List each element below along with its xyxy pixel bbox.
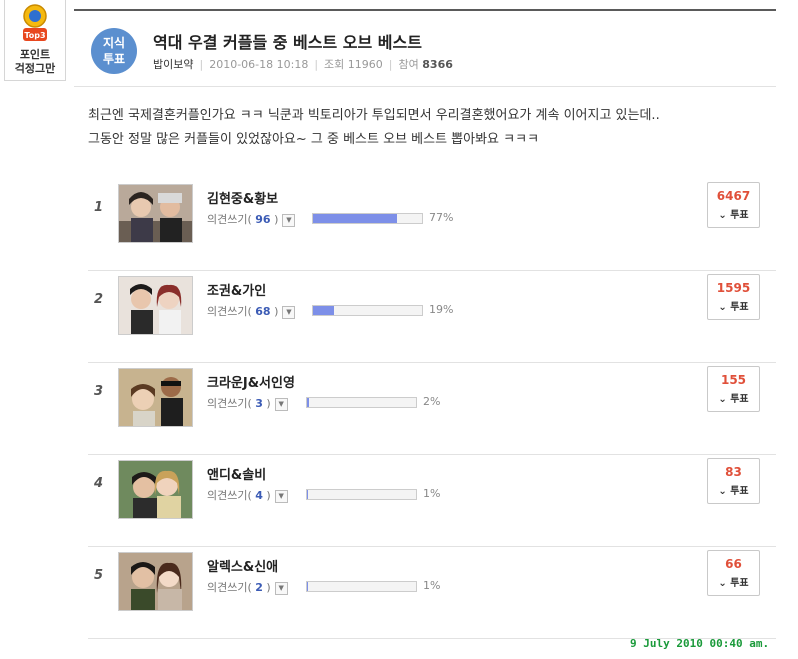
option-name: 김현중&황보 — [207, 192, 279, 207]
chevron-down-icon: ⌄ — [718, 394, 727, 405]
comment-label: 의견쓰기 — [207, 397, 248, 410]
option-name: 앤디&솔비 — [207, 468, 267, 483]
vote-percent: 1% — [423, 487, 441, 500]
option-name: 알렉스&신애 — [207, 560, 279, 575]
comment-link[interactable]: 의견쓰기( 4 ) ▼ — [207, 487, 288, 503]
chevron-down-icon[interactable]: ▼ — [274, 581, 288, 595]
option-photo[interactable] — [118, 276, 193, 335]
poll-description: 최근엔 국제결혼커플인가요 ㅋㅋ 닉쿤과 빅토리아가 투입되면서 우리결혼했어요… — [88, 104, 660, 152]
comment-label: 의견쓰기 — [207, 213, 248, 226]
vote-percent: 2% — [423, 395, 441, 408]
top-divider — [74, 9, 776, 11]
chevron-down-icon[interactable]: ▼ — [274, 489, 288, 503]
option-rank: 5 — [94, 568, 104, 583]
comment-link[interactable]: 의견쓰기( 3 ) ▼ — [207, 395, 288, 411]
vote-count: 83 — [725, 465, 742, 479]
poll-title: 역대 우결 커플들 중 베스트 오브 베스트 — [153, 33, 422, 52]
comment-label: 의견쓰기 — [207, 305, 248, 318]
participants-label: 참여 — [398, 58, 419, 71]
poll-datetime: 2010-06-18 10:18 — [209, 58, 309, 71]
vote-share-bar — [306, 397, 417, 408]
vote-label: 투표 — [730, 486, 749, 497]
views-count: 11960 — [347, 58, 383, 71]
capture-timestamp: 9 July 2010 00:40 am. — [630, 637, 770, 650]
comment-label: 의견쓰기 — [207, 581, 248, 594]
option-rank: 1 — [94, 200, 104, 215]
vote-button[interactable]: 1595 ⌄ 투표 — [707, 274, 760, 320]
vote-label: 투표 — [730, 394, 749, 405]
poll-meta: 밥이보약 | 2010-06-18 10:18 | 조회 11960 | 참여 8366 — [153, 58, 453, 71]
vote-percent: 19% — [429, 303, 454, 316]
poll-icon-line2: 투표 — [102, 52, 126, 66]
chevron-down-icon[interactable]: ▼ — [282, 213, 296, 227]
vote-button[interactable]: 66 ⌄ 투표 — [707, 550, 760, 596]
description-line1: 최근엔 국제결혼커플인가요 ㅋㅋ 닉쿤과 빅토리아가 투입되면서 우리결혼했어요… — [88, 108, 660, 123]
comment-count: 68 — [255, 305, 271, 318]
vote-share-fill — [307, 398, 310, 407]
chevron-down-icon[interactable]: ▼ — [274, 397, 288, 411]
vote-label: 투표 — [730, 578, 749, 589]
vote-share-fill — [313, 306, 334, 315]
vote-button[interactable]: 6467 ⌄ 투표 — [707, 182, 760, 228]
comment-link[interactable]: 의견쓰기( 68 ) ▼ — [207, 303, 296, 319]
comment-count: 2 — [255, 581, 263, 594]
option-photo[interactable] — [118, 368, 193, 427]
header-divider — [74, 86, 776, 87]
chevron-down-icon: ⌄ — [718, 302, 727, 313]
vote-share-bar — [312, 305, 423, 316]
vote-count: 66 — [725, 557, 742, 571]
vote-share-fill — [307, 490, 309, 499]
comment-count: 3 — [255, 397, 263, 410]
comment-label: 의견쓰기 — [207, 489, 248, 502]
option-photo[interactable] — [118, 460, 193, 519]
vote-label: 투표 — [730, 210, 749, 221]
vote-button[interactable]: 83 ⌄ 투표 — [707, 458, 760, 504]
vote-share-bar — [312, 213, 423, 224]
views-label: 조회 — [324, 58, 345, 71]
participants-count: 8366 — [422, 58, 453, 71]
vote-count: 155 — [720, 373, 747, 387]
points-badge[interactable]: Top3 포인트 걱정그만 — [4, 0, 66, 81]
option-photo[interactable] — [118, 184, 193, 243]
chevron-down-icon: ⌄ — [718, 210, 727, 221]
poll-option: 1 김현중&황보 의견쓰기( 96 ) ▼ 77% 6467 ⌄ 투표 — [88, 178, 776, 271]
vote-count: 1595 — [716, 281, 751, 295]
vote-share-fill — [313, 214, 397, 223]
vote-percent: 77% — [429, 211, 454, 224]
poll-option: 2 조권&가인 의견쓰기( 68 ) ▼ 19% 1595 ⌄ 투표 — [88, 270, 776, 363]
comment-link[interactable]: 의견쓰기( 2 ) ▼ — [207, 579, 288, 595]
option-rank: 3 — [94, 384, 104, 399]
comment-count: 4 — [255, 489, 263, 502]
badge-line1: 포인트 — [19, 48, 51, 61]
vote-label: 투표 — [730, 302, 749, 313]
vote-button[interactable]: 155 ⌄ 투표 — [707, 366, 760, 412]
badge-line2: 걱정그만 — [14, 62, 56, 75]
poll-author[interactable]: 밥이보약 — [153, 58, 193, 71]
poll-icon-line1: 지식 — [102, 36, 126, 50]
poll-option: 5 알렉스&신애 의견쓰기( 2 ) ▼ 1% 66 ⌄ 투표 — [88, 546, 776, 639]
option-name: 조권&가인 — [207, 284, 267, 299]
chevron-down-icon[interactable]: ▼ — [282, 305, 296, 319]
option-rank: 2 — [94, 292, 104, 307]
knowledge-poll-icon: 지식 투표 — [91, 28, 137, 74]
vote-count: 6467 — [716, 189, 751, 203]
chevron-down-icon: ⌄ — [718, 486, 727, 497]
option-photo[interactable] — [118, 552, 193, 611]
vote-share-fill — [307, 582, 309, 591]
top3-medal-icon: Top3 — [23, 4, 47, 41]
comment-link[interactable]: 의견쓰기( 96 ) ▼ — [207, 211, 296, 227]
svg-text:Top3: Top3 — [24, 31, 45, 40]
vote-share-bar — [306, 489, 417, 500]
vote-share-bar — [306, 581, 417, 592]
option-rank: 4 — [94, 476, 104, 491]
poll-option: 4 앤디&솔비 의견쓰기( 4 ) ▼ 1% 83 ⌄ 투표 — [88, 454, 776, 547]
vote-percent: 1% — [423, 579, 441, 592]
chevron-down-icon: ⌄ — [718, 578, 727, 589]
option-name: 크라운J&서인영 — [207, 376, 295, 391]
description-line2: 그동안 정말 많은 커플들이 있었잖아요~ 그 중 베스트 오브 베스트 뽑아봐… — [88, 132, 540, 147]
comment-count: 96 — [255, 213, 271, 226]
poll-option: 3 크라운J&서인영 의견쓰기( 3 ) ▼ 2% 155 ⌄ 투표 — [88, 362, 776, 455]
